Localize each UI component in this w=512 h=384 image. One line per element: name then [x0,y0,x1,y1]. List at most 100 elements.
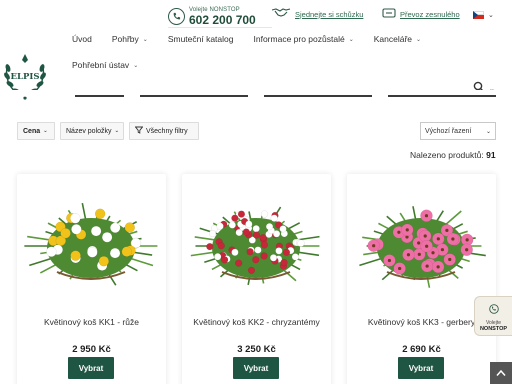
select-button[interactable]: Vybrat [398,357,444,379]
results-count: Nalezeno produktů: 91 [410,150,496,160]
scroll-to-top-button[interactable] [490,362,512,384]
header-decoration [0,90,512,106]
nav-label: Úvod [72,34,92,44]
czech-flag-icon [473,11,484,19]
flower-mark [291,253,300,261]
product-card[interactable]: Květinový koš KK3 - gerbery 2 690 Kč Vyb… [347,174,496,384]
product-image[interactable] [17,174,166,304]
product-name[interactable]: Květinový koš KK3 - gerbery [355,316,488,328]
product-card[interactable]: Květinový koš KK1 - růže 2 950 Kč Vybrat [17,174,166,384]
flower-mark [252,256,260,264]
flower-center-mark [406,253,411,257]
nav-item-kancelare[interactable]: Kanceláře ⌄ [374,34,421,44]
chevron-down-icon: ⌄ [43,128,48,134]
flower-center-mark [424,214,429,218]
nav-label: Kanceláře [373,34,413,44]
chevron-down-icon: ⌄ [348,36,354,43]
flower-mark [121,246,133,257]
flower-center-mark [451,237,455,241]
flower-mark [206,242,214,251]
flower-center-mark [425,264,429,268]
flower-center-mark [440,248,445,252]
flower-center-mark [436,265,440,269]
flower-center-mark [398,266,402,271]
flower-mark [279,225,287,233]
transfer-link[interactable]: Převoz zesnulého [382,7,460,21]
product-name[interactable]: Květinový koš KK1 - růže [25,316,158,328]
main-nav: Úvod Pohřby ⌄ Smuteční katalog Informace … [72,31,441,47]
handshake-icon [271,7,295,21]
meeting-link-label: Sjednejte si schůzku [295,9,364,19]
flower-mark [101,231,113,243]
meeting-link[interactable]: Sjednejte si schůzku [271,7,363,21]
flower-mark [60,227,71,239]
phone-number[interactable]: 602 200 700 [189,14,256,26]
flower-mark [217,242,225,250]
chevron-up-icon [496,364,506,382]
flower-mark [269,254,278,262]
nonstop-phone[interactable]: Volejte NONSTOP 602 200 700 [168,4,256,28]
nonstop-call-widget[interactable]: Volejte NONSTOP [474,296,512,336]
flower-mark [109,247,121,259]
phone-icon [168,7,185,25]
nav-item-smutecni-katalog[interactable]: Smuteční katalog [168,34,234,44]
name-filter[interactable]: Název položky ⌄ [60,122,124,140]
flower-mark [98,255,110,267]
flower-center-mark [397,230,401,234]
flower-center-mark [423,234,427,238]
all-filters-button[interactable]: Všechny filtry [129,122,199,140]
chevron-down-icon: ⌄ [133,62,139,69]
flower-center-mark [425,244,429,248]
nonstop-widget-line2: NONSTOP [479,325,508,332]
chevron-down-icon: ⌄ [416,36,422,43]
flower-mark [109,222,121,233]
flower-mark [228,221,236,229]
transfer-icon [382,7,400,21]
select-button[interactable]: Vybrat [233,357,279,379]
flower-center-mark [405,228,409,232]
product-card[interactable]: Květinový koš KK2 - chryzantémy 3 250 Kč… [182,174,331,384]
nav-item-pohrby[interactable]: Pohřby ⌄ [112,34,148,44]
chevron-down-icon: ⌄ [142,36,148,43]
sort-select[interactable]: Výchozí řazení ⌄ [420,122,496,140]
flower-center-mark [448,257,452,262]
transfer-link-label: Převoz zesnulého [400,9,460,19]
product-image[interactable] [347,174,496,304]
flower-mark [71,223,82,235]
name-filter-label: Název položky [66,127,112,135]
flower-center-mark [465,248,469,252]
nav-label: Pohřby [111,34,139,44]
svg-text:ELPIS: ELPIS [11,72,40,82]
header-divider [168,27,272,28]
flower-mark [70,250,81,261]
nav-item-uvod[interactable]: Úvod [72,34,92,44]
flower-mark [252,231,261,239]
flower-mark [90,225,102,237]
product-image[interactable] [182,174,331,304]
flower-mark [235,259,243,267]
flower-mark [247,266,256,275]
flower-mark [265,223,274,231]
language-switcher[interactable]: ⌄ [473,11,494,19]
flower-mark [260,241,269,249]
select-button[interactable]: Vybrat [68,357,114,379]
product-price: 2 690 Kč [402,344,441,355]
flower-mark [231,248,239,256]
nav-item-informace[interactable]: Informace pro pozůstalé ⌄ [254,34,354,44]
sort-select-value: Výchozí řazení [425,127,472,135]
chevron-down-icon: ⌄ [488,12,494,19]
flower-mark [254,246,262,254]
price-filter[interactable]: Cena ⌄ [17,122,55,140]
flower-mark [94,208,106,220]
price-filter-label: Cena [23,127,41,135]
results-count-label: Nalezeno produktů: [410,150,484,160]
all-filters-label: Všechny filtry [146,127,188,135]
flower-mark [46,246,57,257]
flower-mark [260,252,268,260]
phone-icon [488,301,499,319]
flower-center-mark [436,237,440,241]
flower-mark [242,228,250,236]
nav-item-pohrebni-ustav[interactable]: Pohřební ústav ⌄ [72,60,138,70]
flower-mark [216,222,224,230]
product-name[interactable]: Květinový koš KK2 - chryzantémy [190,316,323,328]
